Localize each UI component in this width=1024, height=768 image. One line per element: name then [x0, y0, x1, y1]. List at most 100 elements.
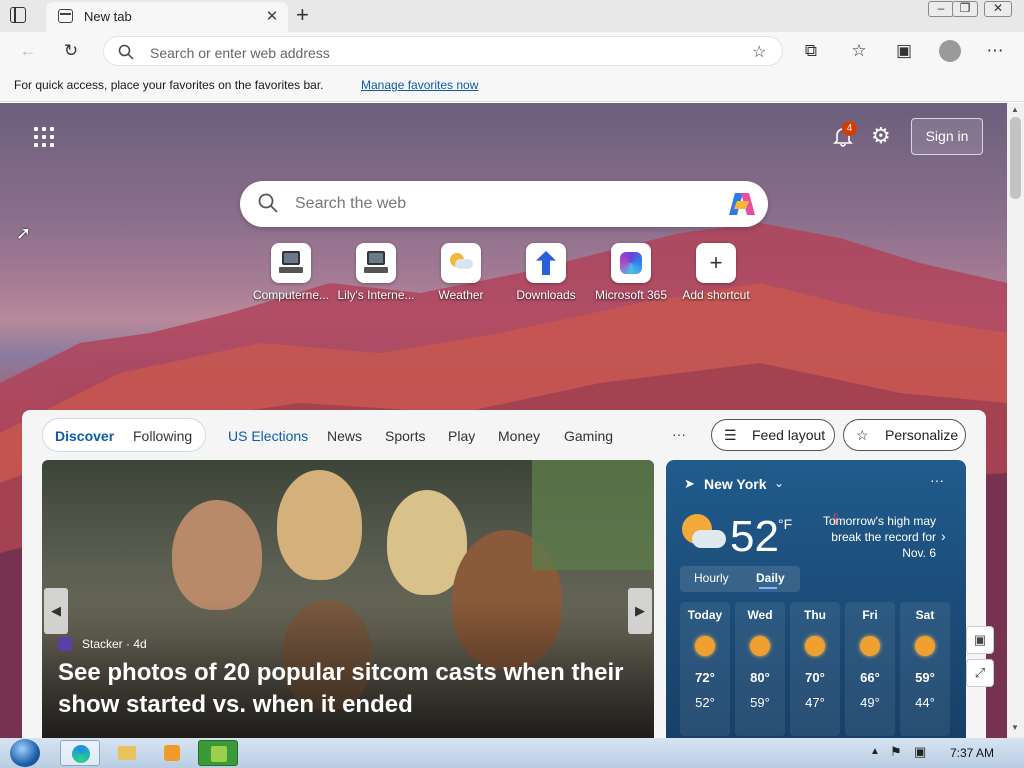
previous-arrow-button[interactable]: ◀	[44, 588, 68, 634]
tab-money[interactable]: Money	[498, 428, 540, 444]
address-toolbar: ← ↻ Search or enter web address ☆ ⧉ ☆ ▣ …	[0, 32, 1024, 70]
close-tab-icon[interactable]: ✕	[264, 7, 280, 25]
system-clock[interactable]: 7:37 AM	[950, 746, 994, 760]
tab-daily[interactable]: Daily	[756, 571, 785, 585]
tab-title: New tab	[84, 9, 132, 24]
background-image-icon[interactable]: ▣	[966, 626, 994, 654]
current-temperature: 52	[730, 512, 779, 561]
apps-grid-icon[interactable]	[34, 127, 54, 147]
app-icon	[211, 746, 227, 762]
tab-us-elections[interactable]: US Elections	[228, 428, 308, 444]
personalize-button[interactable]: ☆ Personalize	[843, 419, 966, 451]
back-icon[interactable]: ←	[17, 40, 39, 62]
notification-badge: 4	[842, 121, 857, 136]
new-tab-page: 4 ⚙ Sign in Search the web Computerne...…	[0, 103, 1007, 738]
forecast-high: 72°	[695, 670, 715, 685]
forecast-day-label: Sat	[915, 608, 935, 622]
forecast-day[interactable]: Fri 66° 49°	[845, 602, 895, 736]
chevron-down-icon[interactable]: ⌄	[774, 476, 784, 490]
microsoft-365-icon	[620, 252, 642, 274]
search-icon	[258, 193, 278, 213]
sunny-icon	[750, 636, 770, 656]
computer-icon	[367, 251, 385, 265]
forecast-day[interactable]: Sat 59° 44°	[900, 602, 950, 736]
refresh-icon[interactable]: ↻	[60, 40, 82, 62]
forecast-low: 59°	[750, 695, 770, 710]
shortcut-microsoft-365[interactable]: Microsoft 365	[588, 243, 674, 302]
tab-following[interactable]: Following	[133, 428, 192, 444]
hero-article-card[interactable]: ◀ ▶ Stacker · 4d See photos of 20 popula…	[42, 460, 654, 738]
more-menu-icon[interactable]: ⋯	[984, 40, 1006, 62]
search-icon	[118, 44, 134, 60]
start-button[interactable]	[6, 738, 44, 768]
next-arrow-button[interactable]: ▶	[628, 588, 652, 634]
tab-actions-icon[interactable]	[10, 7, 26, 23]
sign-in-button[interactable]: Sign in	[911, 118, 983, 155]
weather-city[interactable]: New York	[704, 476, 767, 492]
address-bar[interactable]: Search or enter web address ☆	[103, 36, 783, 66]
address-placeholder: Search or enter web address	[150, 45, 330, 61]
tab-sports[interactable]: Sports	[385, 428, 425, 444]
tab-discover[interactable]: Discover	[55, 428, 114, 444]
tab-news[interactable]: News	[327, 428, 362, 444]
favorites-icon[interactable]: ☆	[848, 40, 870, 62]
weather-card[interactable]: ➤ New York ⌄ ··· 52 °F 🌡 Tomorrow's high…	[666, 460, 966, 738]
forecast-low: 47°	[805, 695, 825, 710]
forecast-day[interactable]: Wed 80° 59°	[735, 602, 785, 736]
more-options-icon[interactable]: ···	[930, 472, 944, 488]
extensions-icon[interactable]: ⧉	[800, 40, 822, 62]
forecast-day[interactable]: Thu 70° 47°	[790, 602, 840, 736]
shortcut-lilys-internet[interactable]: Lily's Interne...	[333, 243, 419, 302]
tab-play[interactable]: Play	[448, 428, 475, 444]
taskbar-media-player[interactable]	[152, 740, 192, 766]
more-tabs-button[interactable]: ···	[672, 426, 686, 442]
add-shortcut-button[interactable]: + Add shortcut	[673, 243, 759, 302]
scroll-down-icon[interactable]: ▼	[1011, 723, 1019, 732]
photo-person	[172, 500, 262, 610]
tab-hourly[interactable]: Hourly	[694, 571, 729, 585]
restore-button[interactable]: ❐	[952, 1, 978, 17]
new-tab-button[interactable]: +	[296, 3, 309, 27]
feed-layout-button[interactable]: ☰ Feed layout	[711, 419, 835, 451]
forecast-high: 66°	[860, 670, 880, 685]
expand-icon[interactable]: ⤢	[966, 659, 994, 687]
shortcut-computerne[interactable]: Computerne...	[248, 243, 334, 302]
article-headline[interactable]: See photos of 20 popular sitcom casts wh…	[58, 657, 628, 721]
search-placeholder: Search the web	[295, 195, 407, 212]
shortcut-label: Add shortcut	[682, 288, 750, 302]
temperature-unit: °F	[778, 516, 793, 532]
settings-gear-icon[interactable]: ⚙	[871, 123, 891, 149]
minimize-button[interactable]: –	[928, 1, 954, 17]
collections-icon[interactable]: ▣	[893, 40, 915, 62]
news-feed: Discover Following US Elections News Spo…	[22, 410, 986, 738]
location-arrow-icon: ➤	[684, 476, 695, 491]
show-hidden-icons[interactable]: ▲	[870, 746, 880, 757]
taskbar-edge[interactable]	[60, 740, 100, 766]
taskbar-app-active[interactable]	[198, 740, 238, 766]
forecast-day[interactable]: Today 72° 52°	[680, 602, 730, 736]
action-center-flag-icon[interactable]: ⚑	[890, 744, 902, 760]
media-player-icon	[164, 745, 180, 761]
folder-icon	[118, 746, 136, 760]
shortcut-downloads[interactable]: Downloads	[503, 243, 589, 302]
taskbar-explorer[interactable]	[106, 740, 146, 766]
copilot-icon[interactable]	[727, 191, 757, 217]
scrollbar-thumb[interactable]	[1010, 117, 1021, 199]
scroll-up-icon[interactable]: ▲	[1011, 105, 1019, 114]
computer-icon	[282, 251, 300, 265]
shortcut-weather[interactable]: Weather	[418, 243, 504, 302]
photo-plant	[532, 460, 654, 570]
network-icon[interactable]: ▣	[914, 744, 926, 760]
web-search-box[interactable]: Search the web	[240, 181, 768, 227]
weather-alert[interactable]: Tomorrow's high may break the record for…	[806, 513, 936, 561]
close-window-button[interactable]: ✕	[984, 1, 1012, 17]
add-favorite-icon[interactable]: ☆	[752, 42, 766, 62]
page-scrollbar[interactable]: ▲ ▼	[1007, 103, 1024, 738]
tab-gaming[interactable]: Gaming	[564, 428, 613, 444]
forecast-low: 49°	[860, 695, 880, 710]
manage-favorites-link[interactable]: Manage favorites now	[361, 78, 478, 92]
forecast-high: 59°	[915, 670, 935, 685]
chevron-right-icon[interactable]: ›	[941, 528, 946, 544]
profile-avatar[interactable]	[939, 40, 961, 62]
tab-new-tab[interactable]: New tab ✕	[46, 2, 288, 32]
